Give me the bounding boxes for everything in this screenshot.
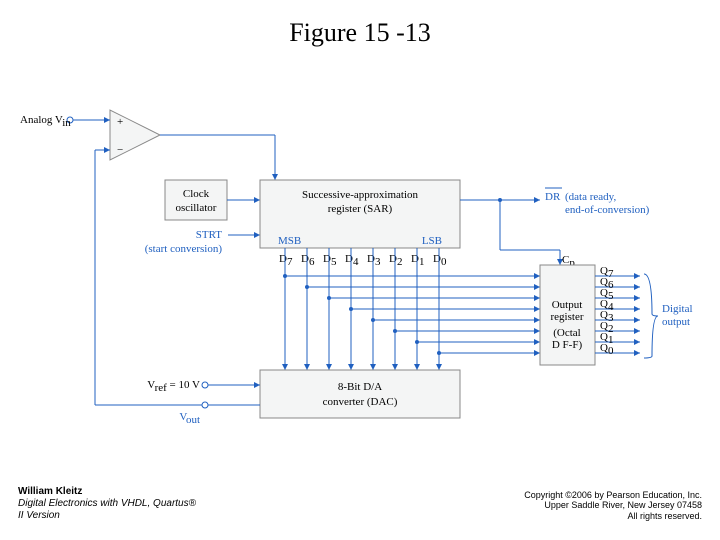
sar-l1: Successive-approximation xyxy=(302,189,419,201)
dac-block xyxy=(260,370,460,418)
svg-text:D5: D5 xyxy=(323,253,337,268)
outreg-l2: register xyxy=(551,311,584,323)
clock-oscillator-block xyxy=(165,180,227,220)
copy-l1: Copyright ©2006 by Pearson Education, In… xyxy=(524,490,702,501)
digital-out-l1: Digital xyxy=(662,303,693,315)
book-l2: II Version xyxy=(18,510,60,521)
svg-text:D2: D2 xyxy=(389,253,402,268)
dac-l2: converter (DAC) xyxy=(323,396,398,408)
dr-l3: end-of-conversion) xyxy=(565,204,650,216)
footer-right: Copyright ©2006 by Pearson Education, In… xyxy=(524,490,702,522)
outreg-l4: D F-F) xyxy=(552,339,583,351)
msb-label: MSB xyxy=(278,235,301,247)
outreg-l1: Output xyxy=(552,299,583,311)
svg-text:−: − xyxy=(117,144,123,156)
footer-left: William Kleitz Digital Electronics with … xyxy=(18,486,196,522)
svg-text:D7: D7 xyxy=(279,253,293,268)
strt-label: STRT xyxy=(196,229,223,241)
svg-text:D3: D3 xyxy=(367,253,381,268)
svg-text:D4: D4 xyxy=(345,253,359,268)
sar-l2: register (SAR) xyxy=(328,203,393,215)
book-l1: Digital Electronics with VHDL, Quartus® xyxy=(18,498,196,509)
clock-osc-l1: Clock xyxy=(183,188,210,200)
comparator-icon: + − xyxy=(110,110,160,160)
bit-lines: D7 D6 D5 D4 D3 D2 D1 D0 xyxy=(279,248,540,370)
dr-l2: (data ready, xyxy=(565,191,616,203)
outreg-l3: (Octal xyxy=(553,327,580,339)
clock-osc-l2: oscillator xyxy=(176,202,217,214)
q-outputs: Q7 Q6 Q5 Q4 Q3 Q2 Q1 Q0 xyxy=(595,265,640,357)
svg-text:D1: D1 xyxy=(411,253,424,268)
digital-out-l2: output xyxy=(662,316,690,328)
svg-text:D0: D0 xyxy=(433,253,447,268)
author: William Kleitz xyxy=(18,486,196,498)
svg-text:+: + xyxy=(117,116,123,128)
dr-label: DR xyxy=(545,191,561,203)
svg-text:D6: D6 xyxy=(301,253,315,268)
vref-label: Vref = 10 V xyxy=(147,379,200,394)
vout-label: Vout xyxy=(179,411,200,426)
copy-l3: All rights reserved. xyxy=(524,511,702,522)
copy-l2: Upper Saddle River, New Jersey 07458 xyxy=(524,500,702,511)
analog-vin-label: Analog Vin xyxy=(20,114,71,129)
svg-text:Q0: Q0 xyxy=(600,342,614,357)
page-title: Figure 15 -13 xyxy=(0,0,720,48)
diagram-canvas: + − Analog Vin Clock oscillator STRT (st… xyxy=(0,70,720,440)
dac-l1: 8-Bit D/A xyxy=(338,381,382,393)
lsb-label: LSB xyxy=(422,235,442,247)
strt-sub: (start conversion) xyxy=(145,243,223,255)
